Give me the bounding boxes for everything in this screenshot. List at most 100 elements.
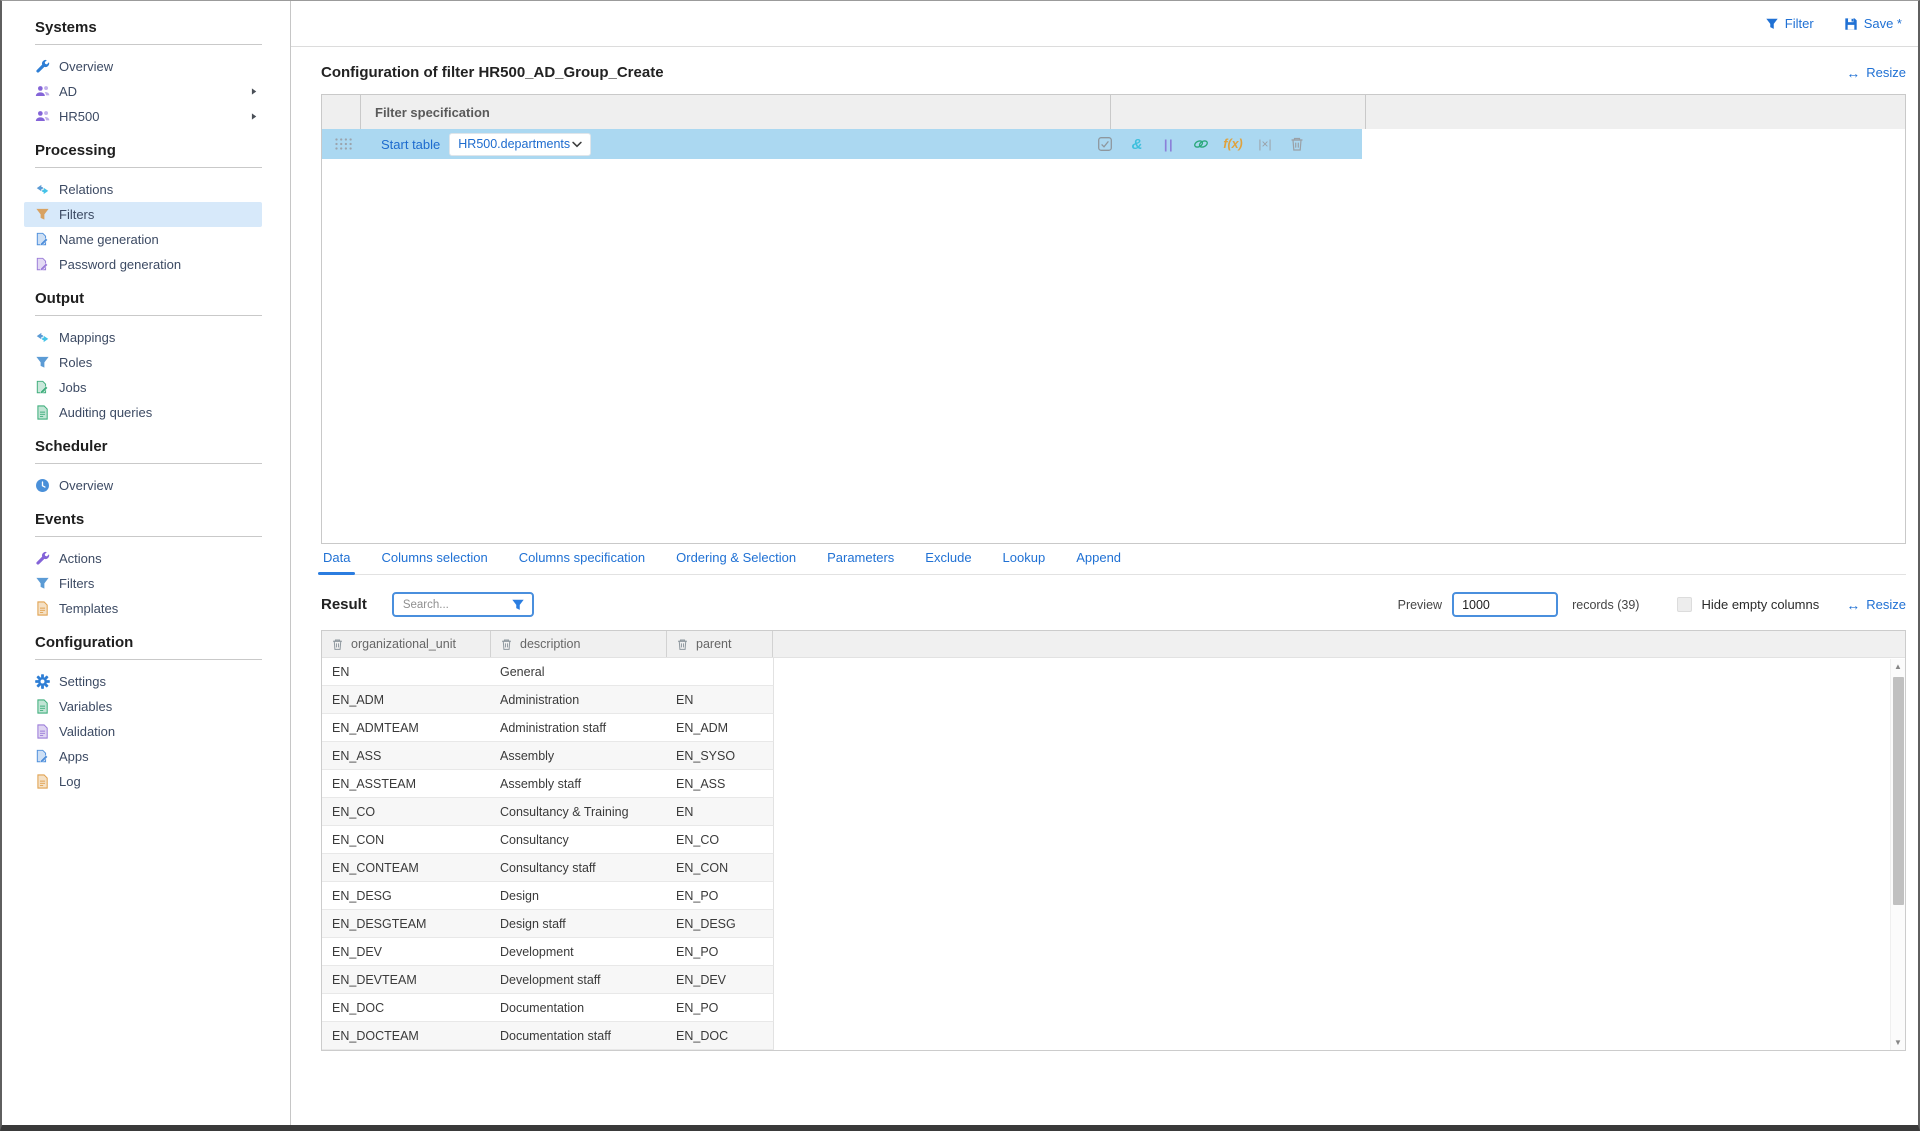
table-row[interactable]: EN_DESGTEAMDesign staffEN_DESG bbox=[322, 910, 774, 938]
delete-column-icon[interactable] bbox=[500, 638, 513, 651]
vertical-scrollbar[interactable]: ▲ ▼ bbox=[1890, 659, 1905, 1050]
table-cell: EN_ADM bbox=[322, 693, 490, 707]
exclude-icon[interactable]: |×| bbox=[1256, 135, 1274, 153]
sidebar-item-overview[interactable]: Overview bbox=[24, 473, 262, 498]
sidebar-item-relations[interactable]: Relations bbox=[24, 177, 262, 202]
table-cell: EN_CON bbox=[666, 861, 772, 875]
sidebar-item-validation[interactable]: Validation bbox=[24, 719, 262, 744]
doc-icon bbox=[35, 405, 50, 420]
filter-button[interactable]: Filter bbox=[1765, 16, 1814, 31]
drag-handle-icon[interactable] bbox=[335, 138, 352, 150]
and-operator-icon[interactable]: & bbox=[1128, 135, 1146, 153]
preview-count-input[interactable] bbox=[1452, 592, 1558, 617]
sidebar-item-filters[interactable]: Filters bbox=[24, 571, 262, 596]
start-table-row[interactable]: Start table HR500.departments &||f(x)|×| bbox=[322, 129, 1362, 159]
sidebar-item-hr500[interactable]: HR500 bbox=[24, 104, 262, 129]
scroll-up-icon[interactable]: ▲ bbox=[1894, 659, 1902, 674]
column-header-label: parent bbox=[696, 637, 731, 651]
table-cell: EN_DEV bbox=[322, 945, 490, 959]
tab-columns-specification[interactable]: Columns specification bbox=[517, 550, 647, 574]
arrows-icon bbox=[35, 330, 50, 345]
section-divider bbox=[35, 659, 262, 660]
row-action-icons: &|| f(x) |×| bbox=[1096, 135, 1306, 153]
sidebar-item-apps[interactable]: Apps bbox=[24, 744, 262, 769]
sidebar-item-actions[interactable]: Actions bbox=[24, 546, 262, 571]
start-table-select[interactable]: HR500.departments bbox=[449, 133, 591, 156]
header-cell-blank-2 bbox=[1365, 95, 1905, 129]
sidebar-item-templates[interactable]: Templates bbox=[24, 596, 262, 621]
header-cell-empty bbox=[322, 95, 360, 129]
table-cell: EN bbox=[666, 805, 772, 819]
tab-columns-selection[interactable]: Columns selection bbox=[379, 550, 489, 574]
tab-lookup[interactable]: Lookup bbox=[1001, 550, 1048, 574]
sidebar-item-log[interactable]: Log bbox=[24, 769, 262, 794]
scrollbar-thumb[interactable] bbox=[1893, 677, 1904, 905]
tab-parameters[interactable]: Parameters bbox=[825, 550, 896, 574]
tab-data[interactable]: Data bbox=[321, 550, 352, 574]
sidebar-item-ad[interactable]: AD bbox=[24, 79, 262, 104]
tab-exclude[interactable]: Exclude bbox=[923, 550, 973, 574]
sidebar-item-auditing-queries[interactable]: Auditing queries bbox=[24, 400, 262, 425]
table-row[interactable]: EN_DEVTEAMDevelopment staffEN_DEV bbox=[322, 966, 774, 994]
table-row[interactable]: EN_ADMTEAMAdministration staffEN_ADM bbox=[322, 714, 774, 742]
table-row[interactable]: EN_DOCTEAMDocumentation staffEN_DOC bbox=[322, 1022, 774, 1050]
search-box[interactable] bbox=[392, 592, 534, 617]
sidebar-item-label: Auditing queries bbox=[59, 405, 152, 420]
column-header-parent[interactable]: parent bbox=[666, 631, 772, 657]
table-row[interactable]: ENGeneral bbox=[322, 658, 774, 686]
resize-filter-panel-button[interactable]: ↔ Resize bbox=[1846, 65, 1906, 80]
function-icon[interactable]: f(x) bbox=[1224, 135, 1242, 153]
sidebar-item-label: Mappings bbox=[59, 330, 115, 345]
section-divider bbox=[35, 536, 262, 537]
tab-ordering-selection[interactable]: Ordering & Selection bbox=[674, 550, 798, 574]
delete-column-icon[interactable] bbox=[676, 638, 689, 651]
doc-icon bbox=[35, 724, 50, 739]
filter-spec-header: Filter specification bbox=[322, 95, 1905, 129]
preview-label: Preview bbox=[1398, 598, 1442, 612]
table-row[interactable]: EN_DEVDevelopmentEN_PO bbox=[322, 938, 774, 966]
table-row[interactable]: EN_COConsultancy & TrainingEN bbox=[322, 798, 774, 826]
table-row[interactable]: EN_ASSTEAMAssembly staffEN_ASS bbox=[322, 770, 774, 798]
sidebar-item-variables[interactable]: Variables bbox=[24, 694, 262, 719]
table-row[interactable]: EN_DOCDocumentationEN_PO bbox=[322, 994, 774, 1022]
sidebar-item-name-generation[interactable]: Name generation bbox=[24, 227, 262, 252]
resize-result-button[interactable]: ↔ Resize bbox=[1846, 597, 1906, 612]
delete-column-icon[interactable] bbox=[331, 638, 344, 651]
validate-checkbox-icon[interactable] bbox=[1096, 135, 1114, 153]
link-icon[interactable] bbox=[1192, 135, 1210, 153]
table-row[interactable]: EN_CONTEAMConsultancy staffEN_CON bbox=[322, 854, 774, 882]
save-button[interactable]: Save * bbox=[1844, 16, 1902, 31]
table-row[interactable]: EN_ADMAdministrationEN bbox=[322, 686, 774, 714]
table-cell: EN_ASSTEAM bbox=[322, 777, 490, 791]
table-cell: Consultancy & Training bbox=[490, 805, 666, 819]
sidebar-item-jobs[interactable]: Jobs bbox=[24, 375, 262, 400]
sidebar-item-filters[interactable]: Filters bbox=[24, 202, 262, 227]
filter-button-label: Filter bbox=[1785, 16, 1814, 31]
column-header-description[interactable]: description bbox=[490, 631, 666, 657]
sidebar-item-overview[interactable]: Overview bbox=[24, 54, 262, 79]
table-row[interactable]: EN_CONConsultancyEN_CO bbox=[322, 826, 774, 854]
sidebar-item-settings[interactable]: Settings bbox=[24, 669, 262, 694]
chevron-down-icon bbox=[572, 141, 582, 148]
hide-empty-checkbox[interactable] bbox=[1677, 597, 1692, 612]
sidebar-item-label: AD bbox=[59, 84, 77, 99]
sidebar-item-mappings[interactable]: Mappings bbox=[24, 325, 262, 350]
sidebar-item-label: Roles bbox=[59, 355, 92, 370]
tab-append[interactable]: Append bbox=[1074, 550, 1123, 574]
search-input[interactable] bbox=[401, 598, 511, 612]
scroll-down-icon[interactable]: ▼ bbox=[1894, 1035, 1902, 1050]
table-row[interactable]: EN_ASSAssemblyEN_SYSO bbox=[322, 742, 774, 770]
sidebar-item-roles[interactable]: Roles bbox=[24, 350, 262, 375]
users-icon bbox=[35, 84, 50, 99]
sidebar-item-password-generation[interactable]: Password generation bbox=[24, 252, 262, 277]
delete-icon[interactable] bbox=[1288, 135, 1306, 153]
column-header-organizational-unit[interactable]: organizational_unit bbox=[322, 631, 490, 657]
or-operator-icon[interactable]: || bbox=[1160, 135, 1178, 153]
search-filter-icon[interactable] bbox=[511, 598, 525, 612]
table-row[interactable]: EN_DESGDesignEN_PO bbox=[322, 882, 774, 910]
table-cell: EN_DOC bbox=[666, 1029, 772, 1043]
table-cell: Assembly bbox=[490, 749, 666, 763]
resize-arrows-icon: ↔ bbox=[1846, 66, 1860, 80]
table-cell: EN_ADMTEAM bbox=[322, 721, 490, 735]
table-cell: EN_PO bbox=[666, 889, 772, 903]
